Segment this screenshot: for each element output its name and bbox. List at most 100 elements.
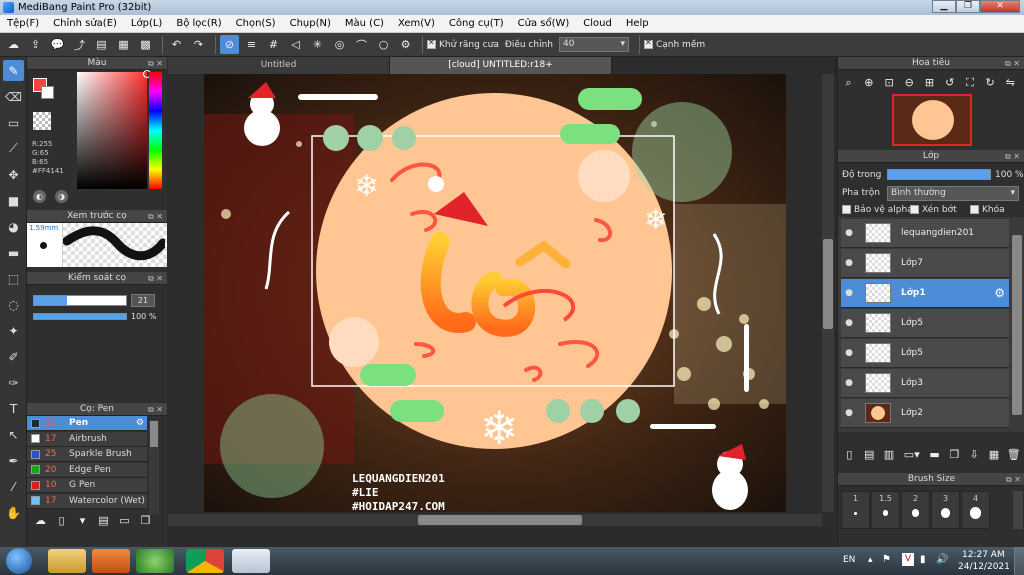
brush-size-preset[interactable]: 3 (931, 491, 960, 529)
page-icon[interactable]: ▤ (92, 35, 111, 54)
layer-item[interactable]: ● Lớp5 (841, 339, 1009, 368)
layer-visibility-icon[interactable]: ● (841, 228, 857, 238)
tab-untitled[interactable]: Untitled (168, 57, 390, 74)
file-explorer-icon[interactable] (48, 549, 86, 573)
tab-cloud-untitled[interactable]: [cloud] UNTITLED:r18+ (390, 57, 612, 74)
divide-tool-icon[interactable]: ⁄ (3, 476, 24, 497)
grid-icon[interactable]: ▩ (136, 35, 155, 54)
adjust-select[interactable]: 40 (558, 37, 629, 52)
brush-menu-icon[interactable]: ▾ (73, 511, 92, 530)
brush-list-item[interactable]: 10 G Pen (27, 478, 147, 493)
brush-opacity-slider[interactable] (33, 313, 127, 320)
select-rect-tool-icon[interactable]: ⬚ (3, 268, 24, 289)
lasso-tool-icon[interactable]: ◌ (3, 294, 24, 315)
layer-item[interactable]: ● Lớp1 ⚙ (841, 279, 1009, 308)
show-desktop-button[interactable] (1014, 547, 1024, 575)
language-indicator[interactable]: EN (843, 555, 855, 565)
vanish-snap-icon[interactable]: ◁ (286, 35, 305, 54)
canvas-vertical-scrollbar[interactable] (822, 74, 834, 512)
eraser-tool-icon[interactable]: ⌫ (3, 86, 24, 107)
comment-icon[interactable]: 💬 (48, 35, 67, 54)
menu-help[interactable]: Help (619, 18, 656, 29)
magic-wand-tool-icon[interactable]: ✦ (3, 320, 24, 341)
undo-icon[interactable]: ↶ (167, 35, 186, 54)
color-circle-icon[interactable]: ◐ (33, 190, 46, 203)
duplicate-brush-icon[interactable]: ❐ (136, 511, 155, 530)
canvas-horizontal-scrollbar[interactable] (168, 514, 822, 526)
layout-icon[interactable]: ▦ (114, 35, 133, 54)
media-player-icon[interactable] (92, 549, 130, 573)
brush-size-preset[interactable]: 4 (961, 491, 990, 529)
menu-filter[interactable]: Bộ lọc(R) (169, 18, 228, 29)
clipping-option[interactable]: Xén bớt (910, 205, 957, 215)
medibang-taskbar-icon[interactable] (232, 549, 270, 573)
layer-list-scrollbar[interactable] (1011, 225, 1023, 430)
minimize-button[interactable]: ▁ (932, 0, 956, 13)
panel-detach-icon[interactable]: ⧉ ✕ (1005, 150, 1020, 163)
brush-list-scrollbar[interactable] (149, 420, 159, 515)
cloud-icon[interactable]: ☁ (4, 35, 23, 54)
panel-detach-icon[interactable]: ⧉ ✕ (1005, 57, 1020, 70)
panel-detach-icon[interactable]: ⧉ ✕ (148, 57, 163, 70)
background-color-swatch[interactable] (41, 86, 54, 99)
layer-item[interactable]: ● Lớp2 (841, 399, 1009, 428)
hand-tool-icon[interactable]: ✋ (3, 502, 24, 523)
menu-snap[interactable]: Chụp(N) (283, 18, 338, 29)
color-palette-icon[interactable]: ◑ (55, 190, 68, 203)
curve-snap-icon[interactable]: ⌒ (352, 35, 371, 54)
panel-detach-icon[interactable]: ⧉ ✕ (148, 403, 163, 416)
brush-folder-icon[interactable]: ▭ (115, 511, 134, 530)
brush-size-preset[interactable]: 2 (901, 491, 930, 529)
maximize-button[interactable]: ❐ (956, 0, 980, 13)
start-button-icon[interactable] (6, 548, 32, 574)
export-icon[interactable]: ⤴ (70, 35, 89, 54)
rectangle-tool-icon[interactable]: ▭ (3, 112, 24, 133)
share-icon[interactable]: ⇪ (26, 35, 45, 54)
focus-snap-icon[interactable]: ◎ (330, 35, 349, 54)
lock-checkbox[interactable] (970, 205, 979, 214)
menu-select[interactable]: Chọn(S) (229, 18, 283, 29)
select-eraser-tool-icon[interactable]: ✑ (3, 372, 24, 393)
soft-edge-checkbox[interactable] (643, 38, 653, 49)
brush-settings-icon[interactable]: ▤ (94, 511, 113, 530)
chrome-icon[interactable] (186, 549, 224, 573)
layer-opacity-slider[interactable] (887, 169, 991, 180)
tray-arrow-icon[interactable]: ▴ (868, 555, 873, 565)
brush-tool-icon[interactable]: ✎ (3, 60, 24, 81)
brush-list-item[interactable]: 17 Watercolor (Wet) (27, 493, 147, 509)
text-tool-icon[interactable]: T (3, 398, 24, 419)
layer-visibility-icon[interactable]: ● (841, 318, 857, 328)
layer-visibility-icon[interactable]: ● (841, 408, 857, 418)
blend-mode-select[interactable]: Bình thường (887, 186, 1019, 201)
brush-list-item[interactable]: 17 Airbrush (27, 431, 147, 447)
clock-date[interactable]: 24/12/2021 (958, 562, 1010, 572)
layer-item[interactable]: ● Lớp7 (841, 249, 1009, 278)
delete-layer-icon[interactable]: 🗑 (1005, 445, 1022, 464)
menu-window[interactable]: Cửa sổ(W) (511, 18, 577, 29)
operation-tool-icon[interactable]: ↖ (3, 424, 24, 445)
brush-list-item[interactable]: 21 Pen ⚙ (27, 416, 147, 431)
brush-size-slider[interactable] (33, 295, 127, 306)
brush-list-item[interactable]: 20 Edge Pen (27, 462, 147, 478)
unikey-icon[interactable]: V (902, 553, 914, 566)
clipping-checkbox[interactable] (910, 205, 919, 214)
menu-cloud[interactable]: Cloud (576, 18, 619, 29)
bucket-tool-icon[interactable]: ◕ (3, 216, 24, 237)
layer-visibility-icon[interactable]: ● (841, 348, 857, 358)
app-green-icon[interactable] (136, 549, 174, 573)
menu-file[interactable]: Tệp(F) (0, 18, 46, 29)
layer-visibility-icon[interactable]: ● (841, 258, 857, 268)
brush-list-item[interactable]: 25 Sparkle Brush (27, 447, 147, 462)
menu-view[interactable]: Xem(V) (391, 18, 442, 29)
saturation-value-picker[interactable] (77, 70, 151, 189)
layer-folder-icon[interactable]: ▬ (926, 445, 943, 464)
layer-item[interactable]: ● Lớp3 (841, 369, 1009, 398)
brush-size-value[interactable]: 21 (131, 294, 155, 307)
add-brush-icon[interactable]: ☁ (31, 511, 50, 530)
network-icon[interactable]: ▮ (920, 554, 926, 565)
brush-settings-gear-icon[interactable]: ⚙ (136, 418, 144, 428)
transparent-swatch[interactable] (33, 112, 51, 130)
tray-app-icon[interactable]: ⚑ (882, 554, 891, 565)
menu-color[interactable]: Màu (C) (338, 18, 391, 29)
artwork-canvas[interactable]: ❄ ❄ ❄ LEQUANGDIEN201 #LIE #HOIDAP247.COM (204, 74, 786, 512)
